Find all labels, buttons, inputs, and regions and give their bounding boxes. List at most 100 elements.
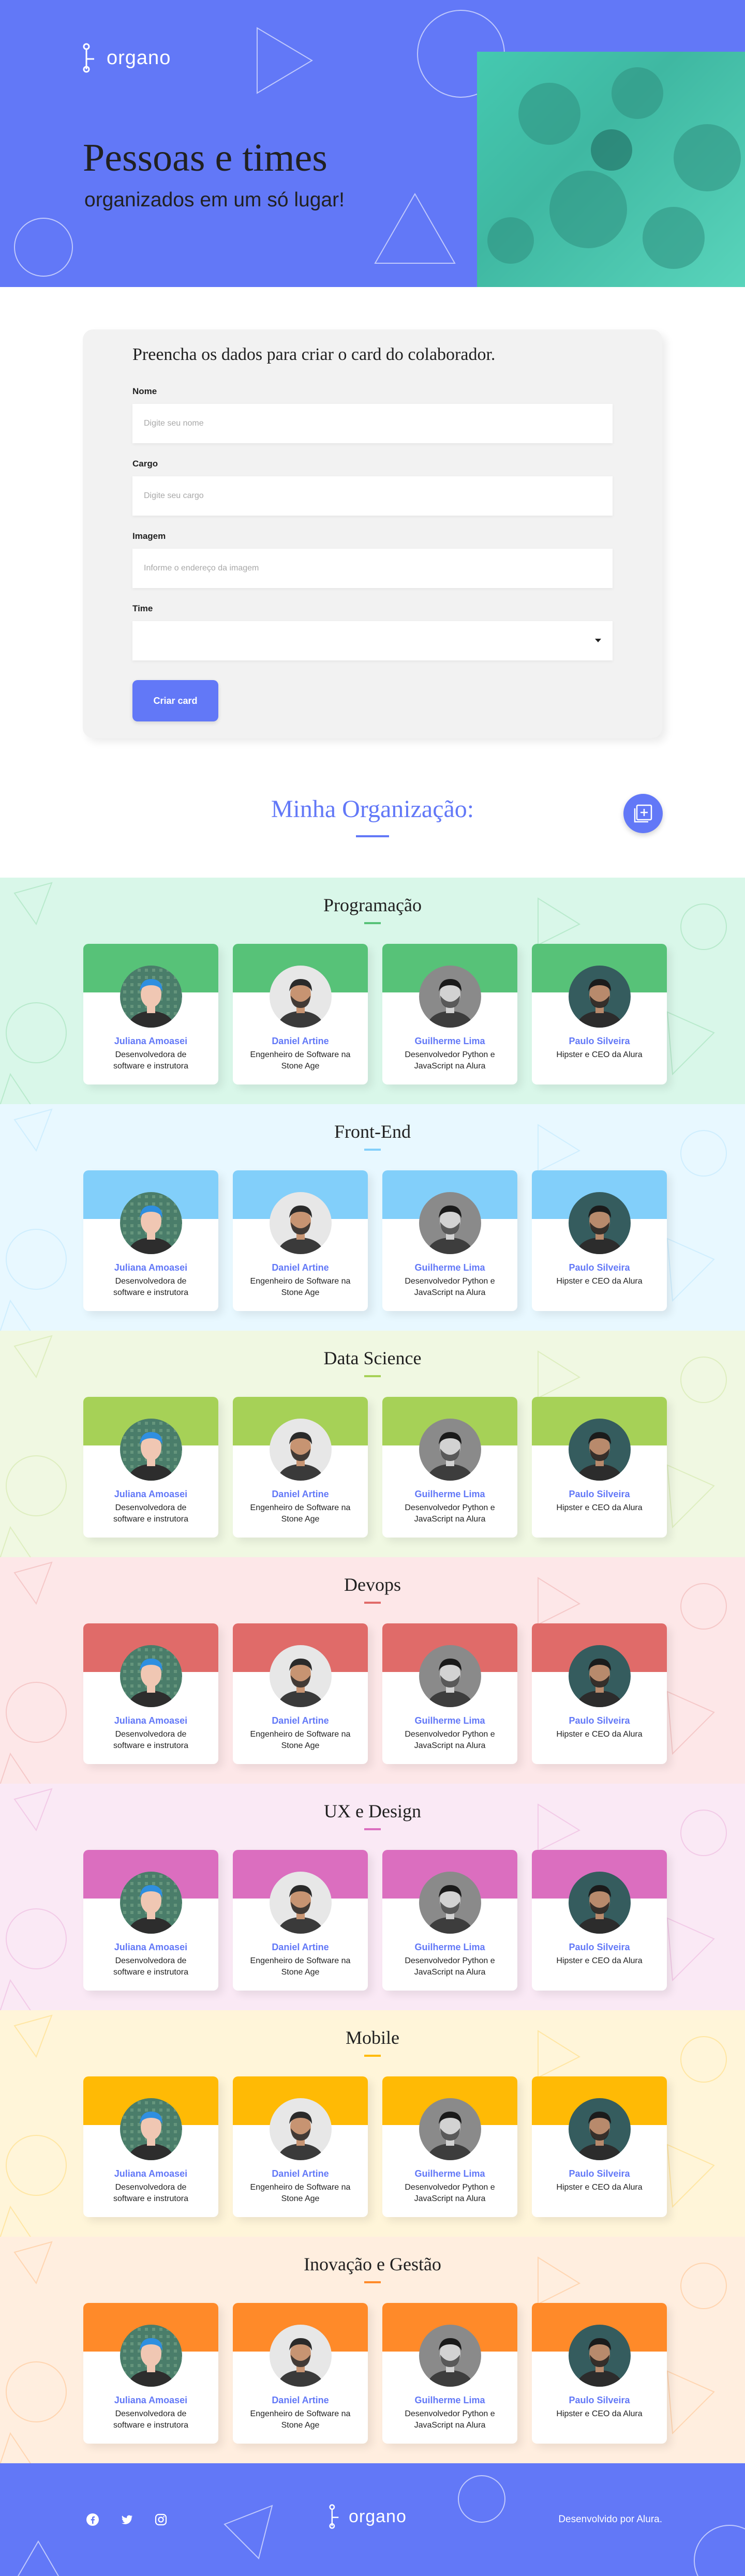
member-card[interactable]: Juliana Amoasei Desenvolvedora de softwar… — [83, 1623, 218, 1764]
member-role: Desenvolvedor Python e JavaScript na Alu… — [405, 2409, 495, 2430]
member-card[interactable]: Daniel Artine Engenheiro de Software na S… — [233, 2303, 368, 2444]
avatar — [569, 2325, 631, 2387]
member-card[interactable]: Guilherme Lima Desenvolvedor Python e Jav… — [382, 1623, 517, 1764]
name-input[interactable] — [132, 404, 613, 443]
member-card[interactable]: Guilherme Lima Desenvolvedor Python e Jav… — [382, 1850, 517, 1991]
create-card-button[interactable]: Criar card — [132, 680, 218, 721]
toggle-form-button[interactable] — [623, 794, 663, 833]
team-title-underline — [364, 2055, 381, 2057]
member-card[interactable]: Guilherme Lima Desenvolvedor Python e Jav… — [382, 2303, 517, 2444]
member-card[interactable]: Paulo Silveira Hipster e CEO da Alura — [532, 2076, 667, 2217]
team-section: UX e Design Juliana Amoasei Desenvolvedora… — [0, 1784, 745, 2010]
member-card[interactable]: Paulo Silveira Hipster e CEO da Alura — [532, 1623, 667, 1764]
member-card[interactable]: Juliana Amoasei Desenvolvedora de softwar… — [83, 2076, 218, 2217]
team-title-underline — [364, 1828, 381, 1830]
footer-brand-logo[interactable]: organo — [329, 2503, 407, 2530]
organo-logo-icon — [329, 2504, 339, 2529]
member-card[interactable]: Paulo Silveira Hipster e CEO da Alura — [532, 944, 667, 1084]
member-card[interactable]: Paulo Silveira Hipster e CEO da Alura — [532, 2303, 667, 2444]
triangle-outline-decoration — [17, 2540, 59, 2576]
team-section: Mobile Juliana Amoasei Desenvolvedora de s… — [0, 2010, 745, 2237]
triangle-outline-decoration — [374, 192, 456, 264]
hero-title: Pessoas e times — [83, 136, 327, 179]
avatar — [270, 1419, 332, 1481]
organization-title-underline — [356, 835, 389, 837]
member-card[interactable]: Daniel Artine Engenheiro de Software na S… — [233, 1397, 368, 1538]
avatar — [120, 1872, 182, 1934]
member-role: Hipster e CEO da Alura — [556, 1503, 643, 1512]
member-name: Juliana Amoasei — [114, 2168, 188, 2179]
avatar — [120, 1419, 182, 1481]
member-card[interactable]: Daniel Artine Engenheiro de Software na S… — [233, 1850, 368, 1991]
team-title: UX e Design — [324, 1801, 421, 1821]
member-card[interactable]: Guilherme Lima Desenvolvedor Python e Jav… — [382, 2076, 517, 2217]
member-role: Desenvolvedor Python e JavaScript na Alu… — [405, 1956, 495, 1977]
member-card[interactable]: Juliana Amoasei Desenvolvedora de softwar… — [83, 1850, 218, 1991]
instagram-icon[interactable] — [154, 2513, 168, 2526]
member-name: Paulo Silveira — [569, 1489, 630, 1499]
member-card[interactable]: Guilherme Lima Desenvolvedor Python e Jav… — [382, 1397, 517, 1538]
member-card[interactable]: Paulo Silveira Hipster e CEO da Alura — [532, 1170, 667, 1311]
member-card[interactable]: Juliana Amoasei Desenvolvedora de softwar… — [83, 2303, 218, 2444]
image-url-input[interactable] — [132, 549, 613, 588]
team-title: Data Science — [323, 1348, 422, 1368]
member-cards: Juliana Amoasei Desenvolvedora de softwar… — [83, 1397, 745, 1538]
member-role: Desenvolvedora de software e instrutora — [113, 1956, 188, 1977]
member-name: Daniel Artine — [272, 1942, 329, 1952]
member-role: Desenvolvedor Python e JavaScript na Alu… — [405, 2183, 495, 2203]
role-input[interactable] — [132, 476, 613, 516]
avatar — [270, 2325, 332, 2387]
avatar — [569, 1192, 631, 1254]
member-card[interactable]: Daniel Artine Engenheiro de Software na S… — [233, 1170, 368, 1311]
team-title: Programação — [323, 895, 422, 915]
team-select[interactable] — [132, 621, 613, 660]
member-card[interactable]: Paulo Silveira Hipster e CEO da Alura — [532, 1850, 667, 1991]
member-card[interactable]: Juliana Amoasei Desenvolvedora de softwar… — [83, 944, 218, 1084]
avatar — [569, 2098, 631, 2160]
member-name: Guilherme Lima — [414, 1262, 485, 1273]
facebook-icon[interactable] — [86, 2513, 99, 2526]
brand-logo[interactable]: organo — [83, 42, 171, 73]
member-role: Hipster e CEO da Alura — [556, 1956, 643, 1965]
member-name: Paulo Silveira — [569, 1262, 630, 1273]
member-name: Juliana Amoasei — [114, 1489, 188, 1499]
member-cards: Juliana Amoasei Desenvolvedora de softwar… — [83, 1850, 745, 1991]
member-role: Engenheiro de Software na Stone Age — [250, 2183, 351, 2203]
member-name: Juliana Amoasei — [114, 1262, 188, 1273]
member-card[interactable]: Daniel Artine Engenheiro de Software na S… — [233, 1623, 368, 1764]
member-role: Desenvolvedora de software e instrutora — [113, 1050, 188, 1071]
member-name: Daniel Artine — [272, 1036, 329, 1046]
avatar — [270, 966, 332, 1028]
avatar — [120, 2098, 182, 2160]
member-card[interactable]: Juliana Amoasei Desenvolvedora de softwar… — [83, 1170, 218, 1311]
avatar — [270, 1645, 332, 1707]
chevron-down-icon — [595, 639, 601, 642]
member-card[interactable]: Paulo Silveira Hipster e CEO da Alura — [532, 1397, 667, 1538]
member-name: Paulo Silveira — [569, 1036, 630, 1046]
avatar — [569, 1645, 631, 1707]
member-cards: Juliana Amoasei Desenvolvedora de softwar… — [83, 1623, 745, 1764]
member-name: Paulo Silveira — [569, 1715, 630, 1726]
member-card[interactable]: Juliana Amoasei Desenvolvedora de softwar… — [83, 1397, 218, 1538]
member-card[interactable]: Daniel Artine Engenheiro de Software na S… — [233, 2076, 368, 2217]
member-name: Juliana Amoasei — [114, 1942, 188, 1952]
twitter-icon[interactable] — [120, 2513, 133, 2526]
avatar — [569, 1419, 631, 1481]
footer-credit: Desenvolvido por Alura. — [558, 2514, 662, 2525]
member-card[interactable]: Guilherme Lima Desenvolvedor Python e Jav… — [382, 944, 517, 1084]
avatar — [419, 1872, 481, 1934]
avatar — [419, 1645, 481, 1707]
member-name: Juliana Amoasei — [114, 1036, 188, 1046]
avatar — [120, 2325, 182, 2387]
team-section: Front-End Juliana Amoasei Desenvolvedora d… — [0, 1104, 745, 1331]
member-card[interactable]: Daniel Artine Engenheiro de Software na S… — [233, 944, 368, 1084]
member-card[interactable]: Guilherme Lima Desenvolvedor Python e Jav… — [382, 1170, 517, 1311]
member-name: Juliana Amoasei — [114, 1715, 188, 1726]
team-title-underline — [364, 2281, 381, 2283]
avatar — [569, 1872, 631, 1934]
triangle-outline-decoration — [257, 27, 313, 94]
team-section: Devops Juliana Amoasei Desenvolvedora de s… — [0, 1557, 745, 1784]
member-name: Paulo Silveira — [569, 2395, 630, 2405]
form-title: Preencha os dados para criar o card do c… — [132, 345, 496, 364]
role-field-label: Cargo — [132, 459, 158, 469]
